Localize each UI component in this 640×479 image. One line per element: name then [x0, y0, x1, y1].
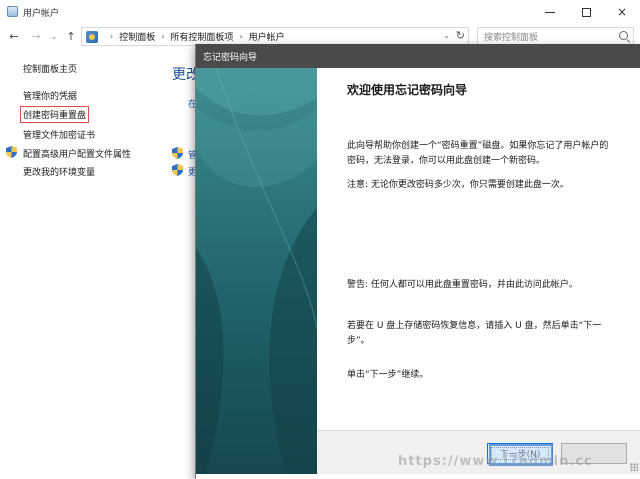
sidebar-item-advanced-profile[interactable]: 配置高级用户配置文件属性 — [23, 147, 131, 160]
wizard-title-bar: 忘记密码向导 — [196, 44, 640, 68]
control-panel-icon — [86, 30, 98, 43]
recent-locations-chevron-icon[interactable]: ⌄ — [46, 28, 62, 44]
user-accounts-icon — [7, 6, 18, 17]
sidebar-item-manage-credentials[interactable]: 管理你的凭据 — [23, 89, 77, 102]
maximize-button[interactable] — [568, 0, 604, 24]
watermark-text: https://www.i7admin.cc — [398, 454, 593, 469]
wizard-content: 欢迎使用忘记密码向导 此向导帮助你创建一个“密码重置”磁盘。如果你忘记了用户帐户… — [317, 68, 640, 430]
maximize-icon — [581, 7, 591, 17]
title-bar: 用户帐户 × — [0, 0, 640, 24]
uac-shield-icon — [172, 147, 183, 159]
wizard-usb-instruction-text: 若要在 U 盘上存储密码恢复信息，请插入 U 盘，然后单击“下一步”。 — [347, 321, 602, 346]
wizard-banner-image — [196, 68, 317, 474]
breadcrumb-control-panel[interactable]: 控制面板 — [119, 30, 155, 43]
wizard-note-text: 注意: 无论你更改密码多少次，你只需要创建此盘一次。 — [347, 180, 569, 190]
sidebar-item-environment-variables[interactable]: 更改我的环境变量 — [23, 165, 95, 178]
up-arrow-icon[interactable]: ↑ — [63, 28, 79, 44]
resize-grip-icon[interactable] — [630, 463, 638, 471]
sidebar-item-create-reset-disk[interactable]: 创建密码重置盘 — [20, 106, 90, 123]
address-dropdown-chevron-icon[interactable]: ⌄ — [443, 31, 450, 40]
wizard-intro-text: 此向导帮助你创建一个“密码重置”磁盘。如果你忘记了用户帐户的密码，无法登录，你可… — [347, 141, 609, 166]
wizard-banner-graphic — [196, 68, 317, 474]
forward-arrow-icon[interactable]: → — [28, 28, 44, 44]
wizard-continue-text: 单击“下一步”继续。 — [347, 370, 429, 380]
uac-shield-icon — [172, 164, 183, 176]
window-title: 用户帐户 — [23, 9, 60, 19]
sidebar-item-control-panel-home[interactable]: 控制面板主页 — [23, 62, 77, 75]
breadcrumb-separator-icon: › — [161, 32, 165, 41]
breadcrumb-all-items[interactable]: 所有控制面板项 — [170, 30, 233, 43]
minimize-button[interactable] — [532, 0, 568, 24]
sidebar-item-manage-encryption-certs[interactable]: 管理文件加密证书 — [23, 128, 95, 141]
back-arrow-icon[interactable]: ← — [6, 28, 22, 44]
breadcrumb-separator-icon: › — [110, 32, 114, 41]
wizard-heading: 欢迎使用忘记密码向导 — [347, 83, 468, 97]
breadcrumb-user-accounts[interactable]: 用户帐户 — [249, 30, 285, 43]
refresh-icon[interactable]: ↻ — [456, 29, 465, 42]
uac-shield-icon — [6, 146, 17, 158]
close-button[interactable]: × — [604, 0, 640, 24]
wizard-warning-text: 警告: 任何人都可以用此盘重置密码，并由此访问此帐户。 — [347, 280, 578, 290]
breadcrumb-separator-icon: › — [239, 32, 243, 41]
search-icon[interactable] — [619, 31, 628, 40]
minimize-icon — [545, 11, 555, 13]
forgotten-password-wizard: 忘记密码向导 欢迎使用忘记密码向导 此向导帮助你创建一个“密码重置”磁盘。如果你… — [195, 44, 640, 479]
wizard-title: 忘记密码向导 — [203, 53, 258, 63]
search-placeholder: 搜索控制面板 — [484, 33, 539, 43]
